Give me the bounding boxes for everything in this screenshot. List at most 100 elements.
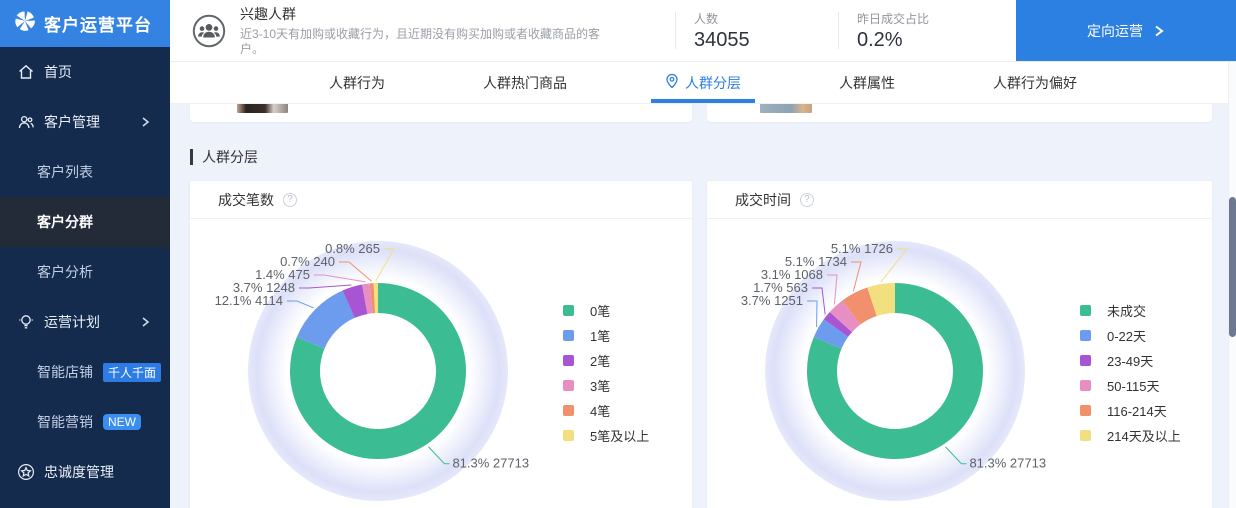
home-icon	[16, 62, 36, 82]
legend-item[interactable]: 4笔	[563, 398, 649, 423]
sidebar-item-customer-analysis[interactable]: 客户分析	[0, 247, 170, 297]
chart-legend: 未成交 0-22天 23-49天 50-115天 116-214天 214天及以上	[1080, 298, 1181, 448]
chart-card-deal-count: 成交笔数 ? 81.3% 2771312.1% 41143.7% 12481.4…	[190, 181, 692, 508]
stat-label: 昨日成交占比	[857, 10, 1001, 27]
label-leader-line	[299, 285, 352, 288]
legend-item[interactable]: 0-22天	[1080, 323, 1181, 348]
cropped-product-image	[760, 104, 812, 113]
legend-swatch	[1080, 380, 1091, 391]
stat-deal-ratio: 昨日成交占比 0.2%	[838, 12, 1001, 49]
sidebar-item-loyalty[interactable]: 忠诚度管理	[0, 447, 170, 497]
legend-item[interactable]: 未成交	[1080, 298, 1181, 323]
card-header: 成交笔数 ?	[190, 181, 692, 219]
legend-label: 116-214天	[1107, 401, 1167, 420]
loyalty-star-icon	[16, 462, 36, 482]
users-icon	[16, 112, 36, 132]
legend-item[interactable]: 0笔	[563, 298, 649, 323]
legend-label: 0-22天	[1107, 326, 1146, 345]
tab-label: 人群行为	[329, 73, 385, 93]
app-logo[interactable]: 客户运营平台	[0, 0, 170, 47]
legend-item[interactable]: 2笔	[563, 348, 649, 373]
tab-crowd-behavior[interactable]: 人群行为	[315, 62, 399, 103]
sidebar-item-label: 运营计划	[44, 312, 100, 332]
targeted-operation-label: 定向运营	[1087, 21, 1143, 41]
chart-body: 81.3% 2771312.1% 41143.7% 12481.4% 4750.…	[190, 219, 692, 508]
chart-title: 成交笔数	[218, 190, 274, 210]
sidebar-item-smart-marketing[interactable]: 智能营销 NEW	[0, 397, 170, 447]
slice-label: 1.4% 475	[255, 267, 310, 282]
group-name: 兴趣人群	[240, 4, 622, 24]
location-pin-icon	[665, 73, 679, 92]
label-leader-line	[287, 301, 314, 308]
legend-label: 23-49天	[1107, 351, 1153, 370]
slice-label: 81.3% 27713	[452, 456, 529, 471]
group-description: 近3-10天有加购或收藏行为，且近期没有购买加购或者收藏商品的客户。	[240, 27, 622, 57]
sidebar-item-operation-plan[interactable]: 运营计划	[0, 297, 170, 347]
legend-swatch	[563, 380, 574, 391]
legend-label: 5笔及以上	[590, 426, 649, 445]
sidebar-item-customer-management[interactable]: 客户管理	[0, 97, 170, 147]
legend-item[interactable]: 1笔	[563, 323, 649, 348]
legend-swatch	[563, 405, 574, 416]
tab-hot-products[interactable]: 人群热门商品	[469, 62, 581, 103]
legend-swatch	[1080, 305, 1091, 316]
sidebar-item-home[interactable]: 首页	[0, 47, 170, 97]
slice-label: 3.7% 1248	[233, 280, 295, 295]
legend-swatch	[1080, 355, 1091, 366]
legend-swatch	[563, 430, 574, 441]
app-title: 客户运营平台	[44, 11, 152, 36]
tab-behavior-preference[interactable]: 人群行为偏好	[979, 62, 1091, 103]
stat-label: 人数	[694, 10, 838, 27]
card-header: 成交时间 ?	[707, 181, 1212, 219]
targeted-operation-button[interactable]: 定向运营	[1016, 0, 1236, 61]
help-icon[interactable]: ?	[283, 193, 297, 207]
donut-slice-1[interactable]	[297, 290, 355, 348]
tab-label: 人群行为偏好	[993, 73, 1077, 93]
sidebar-item-label: 客户分析	[37, 262, 93, 282]
previous-section-cards	[190, 104, 1236, 122]
chevron-right-icon	[138, 114, 152, 133]
sidebar-item-smart-shop[interactable]: 智能店铺 千人千面	[0, 347, 170, 397]
tab-crowd-attributes[interactable]: 人群属性	[825, 62, 909, 103]
sidebar-item-customer-segment[interactable]: 客户分群	[0, 197, 170, 247]
sidebar-item-label: 首页	[44, 62, 72, 82]
sidebar-item-label: 客户管理	[44, 112, 100, 132]
sidebar-item-label: 客户列表	[37, 162, 93, 182]
legend-item[interactable]: 3笔	[563, 373, 649, 398]
chevron-right-icon	[138, 314, 152, 333]
legend-item[interactable]: 116-214天	[1080, 398, 1181, 423]
scrollbar-track[interactable]	[1228, 62, 1236, 508]
legend-label: 1笔	[590, 326, 610, 345]
chevron-right-icon	[1153, 24, 1165, 38]
label-leader-line	[807, 301, 817, 327]
label-leader-line	[827, 275, 837, 304]
legend-item[interactable]: 214天及以上	[1080, 423, 1181, 448]
sidebar-item-customer-list[interactable]: 客户列表	[0, 147, 170, 197]
sidebar-item-label: 忠诚度管理	[44, 462, 114, 482]
stat-value: 0.2%	[857, 29, 1001, 52]
legend-label: 2笔	[590, 351, 610, 370]
legend-swatch	[1080, 405, 1091, 416]
slice-label: 3.1% 1068	[761, 267, 823, 282]
legend-swatch	[563, 355, 574, 366]
legend-label: 50-115天	[1107, 376, 1160, 395]
help-icon[interactable]: ?	[800, 193, 814, 207]
scrollbar-thumb[interactable]	[1229, 197, 1236, 337]
legend-label: 0笔	[590, 301, 610, 320]
legend-item[interactable]: 50-115天	[1080, 373, 1181, 398]
slice-label: 0.7% 240	[280, 254, 335, 269]
legend-label: 3笔	[590, 376, 610, 395]
tab-label: 人群热门商品	[483, 73, 567, 93]
charts-row: 成交笔数 ? 81.3% 2771312.1% 41143.7% 12481.4…	[190, 181, 1236, 508]
legend-swatch	[563, 330, 574, 341]
slice-label: 5.1% 1734	[785, 254, 847, 269]
legend-swatch	[1080, 330, 1091, 341]
legend-label: 4笔	[590, 401, 610, 420]
slice-label: 81.3% 27713	[969, 456, 1046, 471]
tab-crowd-layering[interactable]: 人群分层	[651, 62, 755, 103]
badge-new: NEW	[103, 414, 141, 430]
legend-item[interactable]: 23-49天	[1080, 348, 1181, 373]
legend-item[interactable]: 5笔及以上	[563, 423, 649, 448]
stat-value: 34055	[694, 29, 838, 52]
pinwheel-icon	[14, 10, 36, 37]
